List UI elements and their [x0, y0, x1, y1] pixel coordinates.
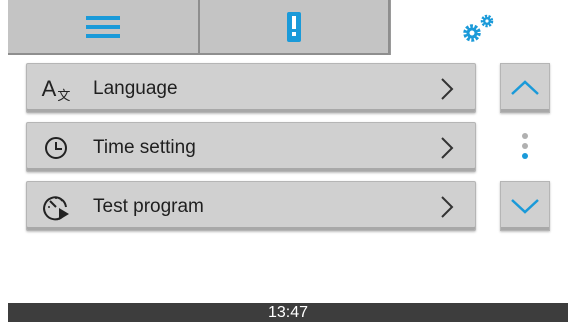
settings-screen: A文 Language Time setting Test program 13… [8, 0, 568, 322]
scroll-position-dot [522, 133, 528, 139]
clock-time: 13:47 [267, 303, 309, 321]
menu-item-label: Time setting [93, 137, 196, 158]
chevron-right-icon [441, 78, 454, 100]
tab-alerts[interactable] [200, 0, 390, 55]
clock-icon [41, 133, 71, 163]
chevron-right-icon [441, 137, 454, 159]
menu-item-time-setting[interactable]: Time setting [26, 122, 476, 172]
status-bar: 13:47 [8, 303, 568, 322]
menu-item-label: Language [93, 78, 178, 99]
scroll-position-dot [522, 143, 528, 149]
exclamation-alert-icon [287, 11, 301, 42]
language-translate-icon: A文 [41, 76, 71, 104]
menu-item-test-program[interactable]: Test program [26, 181, 476, 231]
tab-bar [8, 0, 568, 55]
scroll-down-button[interactable] [500, 181, 550, 231]
tab-menu[interactable] [8, 0, 200, 55]
chevron-down-icon [511, 199, 539, 214]
gears-icon [462, 14, 493, 42]
hamburger-menu-icon [86, 15, 120, 38]
menu-item-language[interactable]: A文 Language [26, 63, 476, 113]
scroll-up-button[interactable] [500, 63, 550, 113]
tab-settings[interactable] [390, 0, 568, 55]
chevron-right-icon [441, 196, 454, 218]
scroll-position-dot-active [522, 153, 528, 159]
chevron-up-icon [511, 80, 539, 95]
menu-item-label: Test program [93, 196, 204, 217]
test-program-gauge-icon [41, 192, 71, 222]
